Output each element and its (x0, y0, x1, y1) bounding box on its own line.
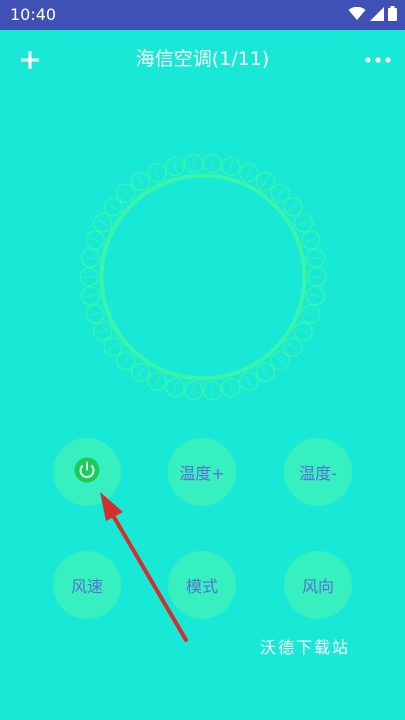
status-time: 10:40 (10, 5, 57, 24)
page-title: 海信空调(1/11) (135, 48, 270, 70)
status-icons (348, 5, 397, 25)
signal-icon (370, 6, 384, 25)
mode-label: 模式 (185, 577, 218, 596)
decorative-ring (73, 147, 333, 407)
temp-down-button[interactable]: 温度- (284, 438, 352, 506)
watermark-text: 沃德下载站 (260, 638, 351, 657)
battery-icon (388, 5, 397, 25)
temp-down-label: 温度- (299, 464, 337, 483)
app-bar: 海信空调(1/11) (0, 30, 405, 90)
fan-speed-label: 风速 (70, 577, 103, 596)
temp-up-label: 温度+ (179, 464, 225, 483)
power-button[interactable] (53, 438, 121, 506)
fan-direction-button[interactable]: 风向 (284, 551, 352, 619)
power-icon (73, 456, 101, 488)
status-bar: 10:40 (0, 0, 405, 30)
wifi-icon (348, 6, 366, 25)
mode-button[interactable]: 模式 (168, 551, 236, 619)
fan-direction-label: 风向 (301, 577, 334, 596)
screen: 10:40 海信空调(1/11) 温度+ 温度- 风速 模式 风向 沃德下载站 (0, 0, 405, 720)
more-dots-icon (363, 57, 393, 78)
fan-speed-button[interactable]: 风速 (53, 551, 121, 619)
temp-up-button[interactable]: 温度+ (168, 438, 236, 506)
more-options-button[interactable] (363, 46, 393, 74)
